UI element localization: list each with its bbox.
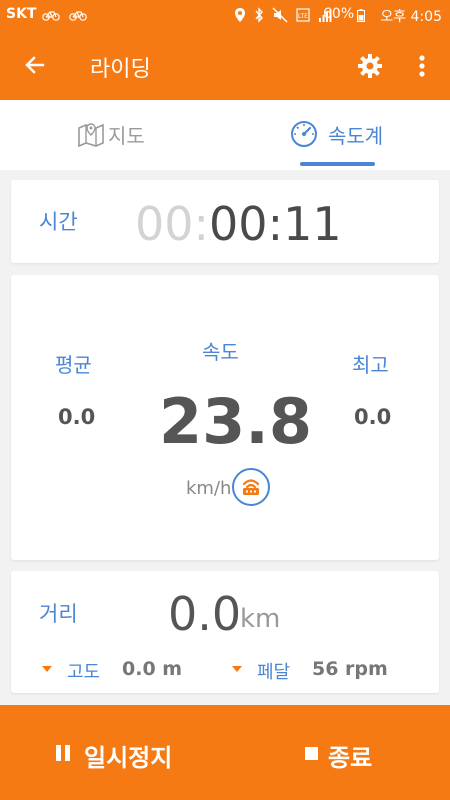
svg-text:LTE: LTE [298, 13, 308, 20]
speed-unit: km/h [186, 478, 232, 499]
system-icons: LTE [234, 7, 332, 23]
bicycle-icon [69, 11, 87, 21]
elapsed-time: 00:00:11 [135, 197, 342, 251]
pause-button[interactable]: 일시정지 [0, 705, 225, 800]
speed-card: 평균 속도 최고 0.0 23.8 0.0 km/h [11, 275, 439, 560]
status-bar: SKT LTE 60% 오후 4:05 [0, 0, 450, 30]
current-speed-value: 23.8 [159, 385, 312, 458]
battery-icon [357, 9, 365, 22]
distance-card: 거리 0.0 km 고도 0.0 m 페달 56 rpm [11, 571, 439, 693]
pause-button-label: 일시정지 [84, 744, 173, 772]
tab-bar: 지도 속도계 [0, 100, 450, 170]
page-title: 라이딩 [90, 57, 151, 82]
distance-label: 거리 [39, 602, 78, 626]
stop-button[interactable]: 종료 [225, 705, 450, 800]
pedal-label: 페달 [257, 662, 291, 683]
status-clock: 오후 4:05 [380, 9, 442, 25]
average-speed-value: 0.0 [58, 405, 96, 429]
tab-speedometer-label: 속도계 [328, 124, 384, 148]
tab-indicator [300, 162, 375, 166]
altitude-dropdown-icon[interactable] [42, 666, 52, 672]
map-icon [78, 123, 104, 148]
altitude-label: 고도 [67, 662, 101, 683]
time-card: 시간 00:00:11 [11, 180, 439, 263]
more-vert-icon[interactable] [412, 52, 432, 80]
cadence-value: 56 rpm [312, 658, 388, 680]
bluetooth-icon [255, 7, 263, 23]
speedometer-icon [291, 121, 317, 147]
elapsed-hours: 00: [135, 197, 210, 251]
speed-label: 속도 [202, 340, 239, 364]
pedal-dropdown-icon[interactable] [232, 666, 242, 672]
distance-value: 0.0 [168, 587, 242, 641]
bottom-action-bar: 일시정지 종료 [0, 705, 450, 800]
average-label: 평균 [55, 353, 92, 377]
back-arrow-icon[interactable] [22, 52, 48, 78]
elapsed-min-sec: 00:11 [209, 197, 342, 251]
tab-map[interactable]: 지도 [0, 100, 225, 170]
stop-icon [305, 747, 318, 760]
carrier-label: SKT [6, 6, 37, 22]
pause-icon [55, 745, 71, 761]
lte-icon: LTE [296, 8, 310, 22]
max-speed-value: 0.0 [354, 405, 392, 429]
sensor-button[interactable] [232, 468, 270, 506]
time-label: 시간 [39, 210, 78, 234]
tab-map-label: 지도 [108, 124, 145, 148]
distance-unit: km [240, 604, 281, 634]
location-icon [235, 8, 245, 22]
mute-icon [272, 7, 288, 23]
tab-speedometer[interactable]: 속도계 [225, 100, 450, 170]
battery-percent: 60% [323, 6, 355, 22]
stop-button-label: 종료 [328, 744, 373, 772]
altitude-value: 0.0 m [122, 658, 183, 680]
bicycle-icon [42, 11, 60, 21]
max-label: 최고 [352, 353, 389, 377]
app-bar: 라이딩 [0, 30, 450, 100]
sensor-icon [242, 479, 260, 495]
gear-icon[interactable] [356, 52, 384, 80]
